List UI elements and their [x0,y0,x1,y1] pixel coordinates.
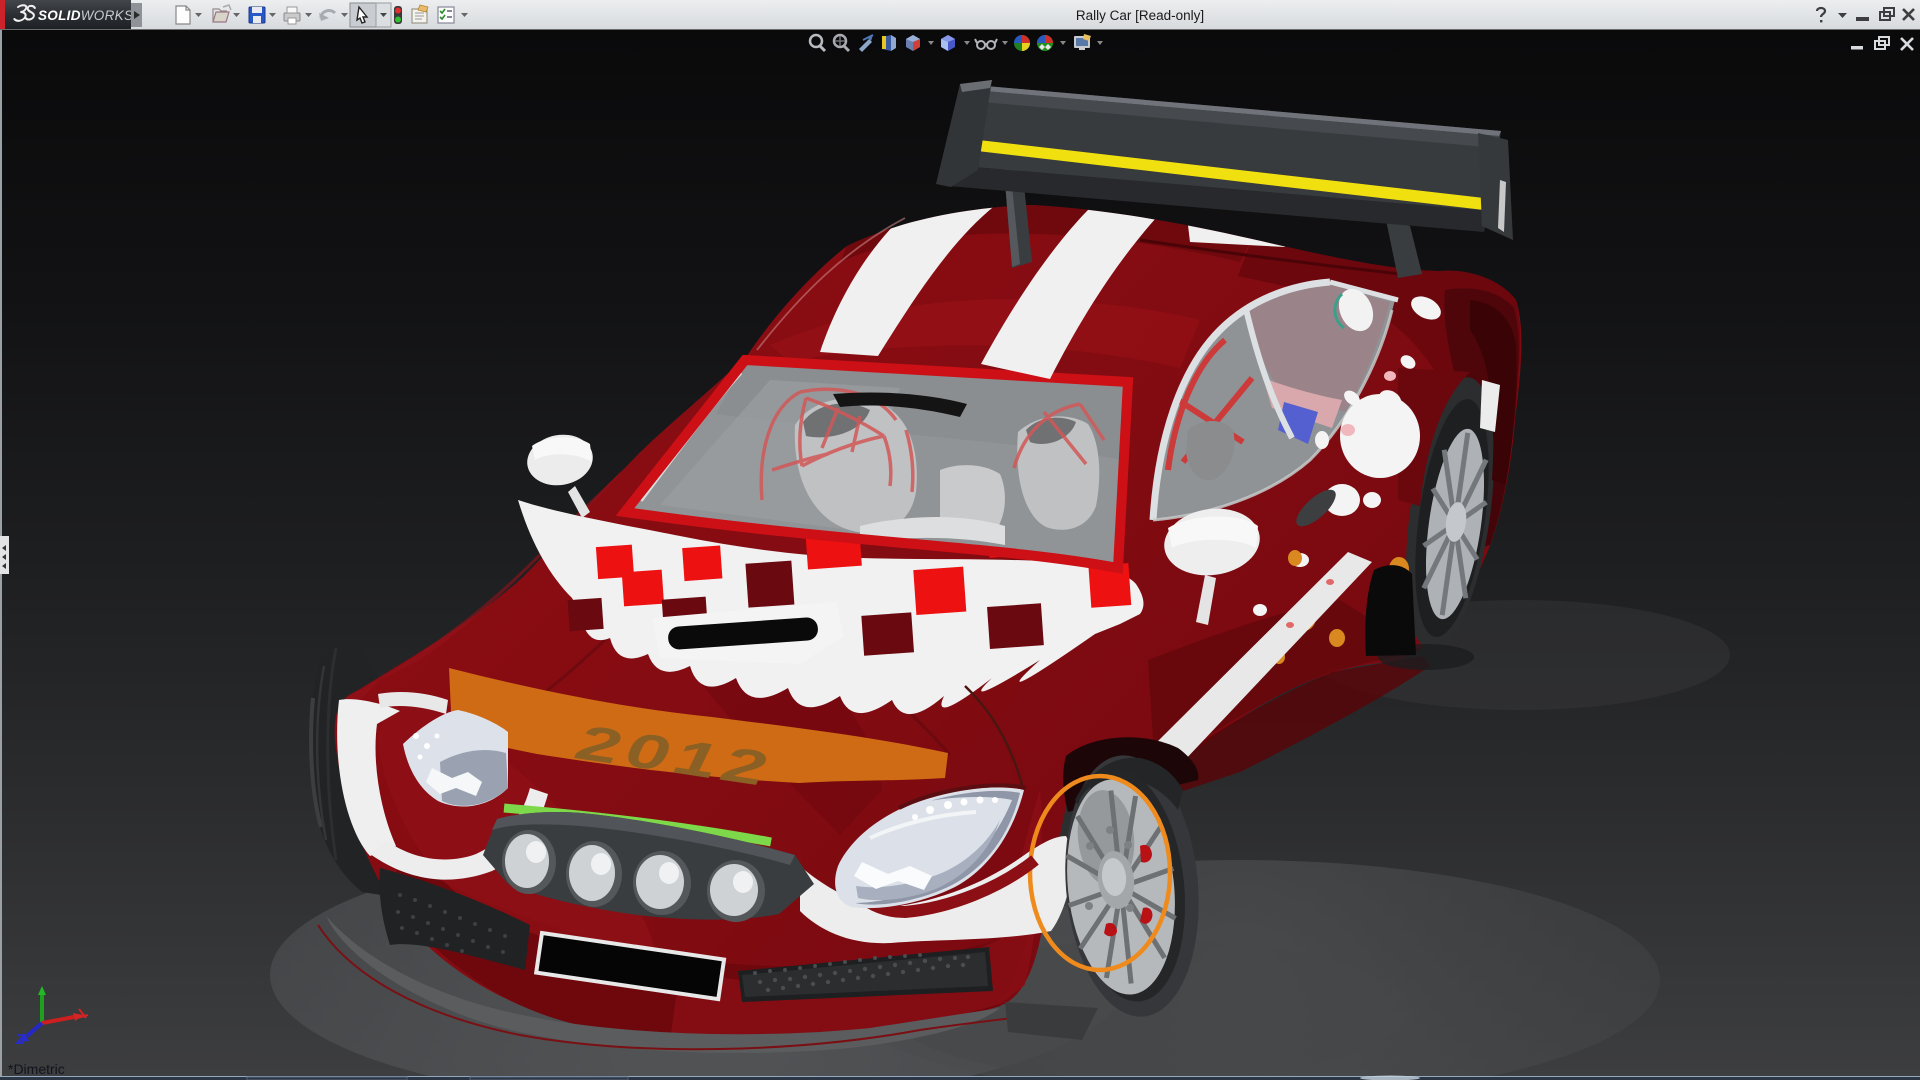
svg-text:*Dimetric: *Dimetric [8,1061,65,1077]
svg-text:Rally Car [Read-only]: Rally Car [Read-only] [1076,8,1204,23]
svg-text:SOLIDWORKS: SOLIDWORKS [38,8,133,23]
